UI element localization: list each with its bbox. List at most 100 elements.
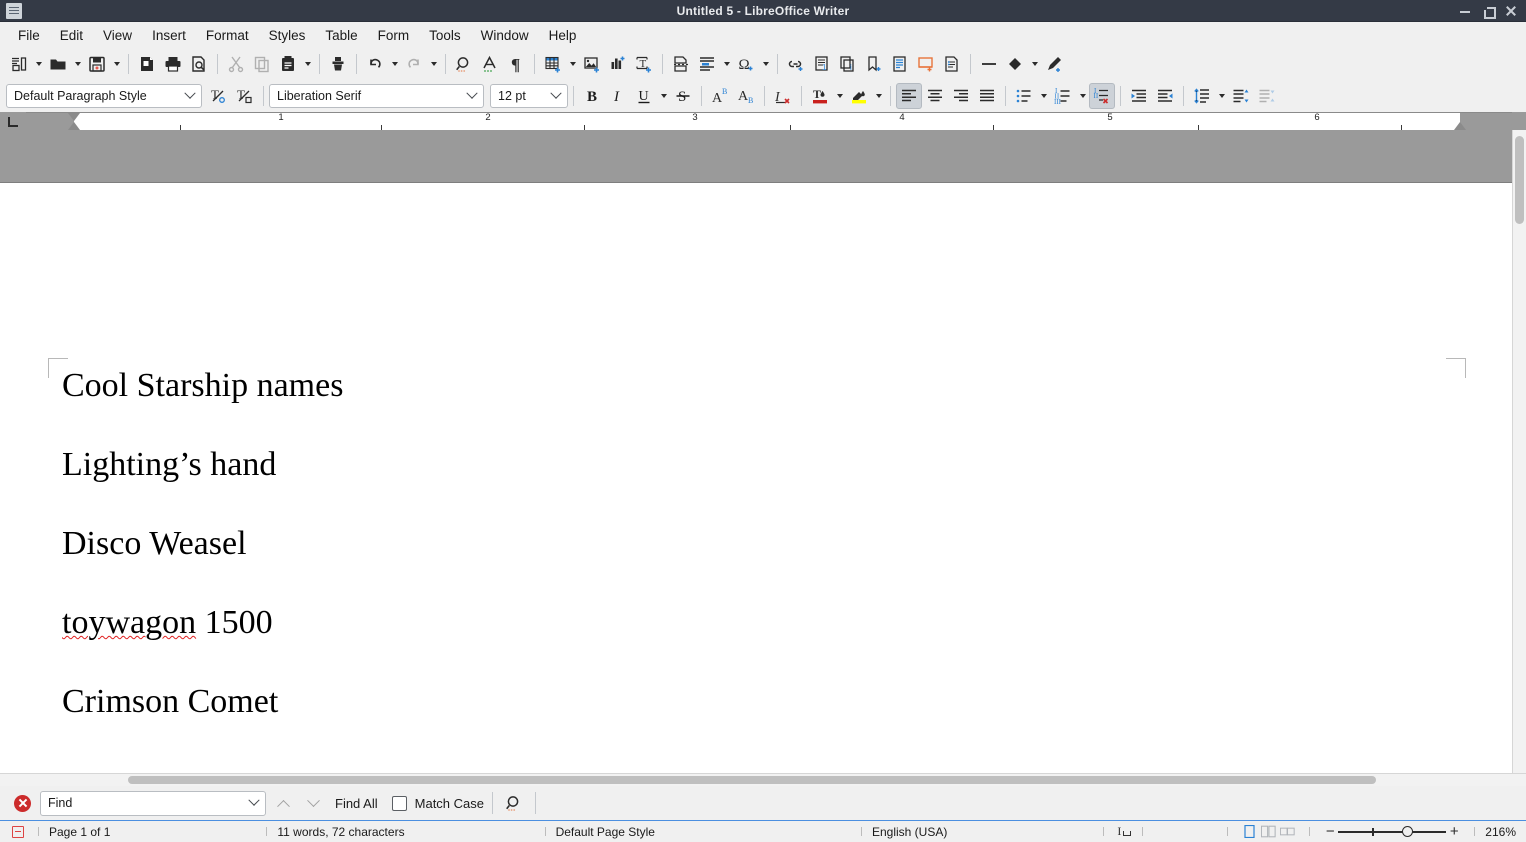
- selection-mode-icon[interactable]: [1116, 826, 1132, 838]
- subscript-button[interactable]: A B: [733, 83, 759, 109]
- paragraph-1[interactable]: Cool Starship names: [62, 369, 1452, 403]
- insert-text-box-button[interactable]: T: [631, 51, 657, 77]
- highlight-color-dropdown[interactable]: [872, 83, 885, 109]
- paragraph-style-combo[interactable]: Default Paragraph Style: [6, 84, 202, 108]
- font-color-dropdown[interactable]: [833, 83, 846, 109]
- unordered-list-dropdown[interactable]: [1037, 83, 1050, 109]
- insert-image-button[interactable]: [579, 51, 605, 77]
- zoom-out-button[interactable]: −: [1322, 824, 1338, 839]
- left-indent-marker[interactable]: [68, 122, 80, 130]
- menu-window[interactable]: Window: [471, 25, 539, 46]
- redo-button[interactable]: [401, 51, 427, 77]
- find-previous-button[interactable]: [270, 790, 296, 816]
- italic-button[interactable]: I: [605, 83, 631, 109]
- ordered-list-button[interactable]: IIIIII: [1050, 83, 1076, 109]
- align-center-button[interactable]: [922, 83, 948, 109]
- font-size-dropdown-icon[interactable]: [549, 92, 563, 100]
- basic-shapes-dropdown[interactable]: [1028, 51, 1041, 77]
- justified-button[interactable]: [974, 83, 1000, 109]
- clear-formatting-button[interactable]: I: [770, 83, 796, 109]
- show-draw-functions-button[interactable]: [1041, 51, 1067, 77]
- find-and-replace-button[interactable]: [501, 790, 527, 816]
- match-case-checkbox[interactable]: [392, 796, 407, 811]
- paste-dropdown[interactable]: [301, 51, 314, 77]
- zoom-slider-knob[interactable]: [1402, 826, 1413, 837]
- new-document-dropdown[interactable]: [32, 51, 45, 77]
- insert-table-dropdown[interactable]: [566, 51, 579, 77]
- ordered-list-dropdown[interactable]: [1076, 83, 1089, 109]
- print-button[interactable]: [160, 51, 186, 77]
- page-style-status[interactable]: Default Page Style: [556, 825, 655, 839]
- insert-comment-button[interactable]: [913, 51, 939, 77]
- table-of-contents-button[interactable]: [939, 51, 965, 77]
- print-preview-button[interactable]: [186, 51, 212, 77]
- insert-field-button[interactable]: [694, 51, 720, 77]
- save-document-button[interactable]: [84, 51, 110, 77]
- increase-paragraph-spacing-button[interactable]: [1228, 83, 1254, 109]
- save-status-icon[interactable]: [12, 826, 24, 838]
- basic-shapes-button[interactable]: [1002, 51, 1028, 77]
- new-style-button[interactable]: T: [232, 83, 258, 109]
- increase-indent-button[interactable]: [1126, 83, 1152, 109]
- close-button[interactable]: [1505, 5, 1517, 17]
- menu-file[interactable]: File: [8, 25, 50, 46]
- line-spacing-dropdown[interactable]: [1215, 83, 1228, 109]
- font-name-dropdown-icon[interactable]: [465, 92, 479, 100]
- maximize-restore-button[interactable]: [1482, 5, 1494, 17]
- minimize-button[interactable]: [1459, 5, 1471, 17]
- menu-edit[interactable]: Edit: [50, 25, 93, 46]
- open-document-dropdown[interactable]: [71, 51, 84, 77]
- match-case-label[interactable]: Match Case: [415, 796, 484, 811]
- export-pdf-button[interactable]: [134, 51, 160, 77]
- bold-button[interactable]: B: [579, 83, 605, 109]
- copy-button[interactable]: [249, 51, 275, 77]
- first-line-indent-marker[interactable]: [68, 113, 80, 121]
- book-view-button[interactable]: [1280, 825, 1295, 838]
- font-name-combo[interactable]: Liberation Serif: [269, 84, 484, 108]
- vertical-scrollbar[interactable]: [1512, 130, 1526, 773]
- tab-stop-selector[interactable]: [0, 112, 26, 130]
- insert-line-button[interactable]: [976, 51, 1002, 77]
- decrease-indent-button[interactable]: [1152, 83, 1178, 109]
- insert-cross-reference-button[interactable]: [887, 51, 913, 77]
- document-text[interactable]: Cool Starship names Lighting’s hand Disc…: [62, 369, 1452, 764]
- insert-page-break-button[interactable]: [668, 51, 694, 77]
- vertical-scrollbar-thumb[interactable]: [1515, 136, 1524, 224]
- menu-table[interactable]: Table: [315, 25, 367, 46]
- zoom-slider[interactable]: − +: [1322, 824, 1462, 839]
- highlight-color-button[interactable]: [846, 83, 872, 109]
- cut-button[interactable]: [223, 51, 249, 77]
- paragraph-3[interactable]: Disco Weasel: [62, 527, 1452, 561]
- horizontal-ruler[interactable]: 1 2 3 4 5 6: [0, 112, 1526, 130]
- paste-button[interactable]: [275, 51, 301, 77]
- document-page[interactable]: Cool Starship names Lighting’s hand Disc…: [0, 182, 1512, 773]
- menu-help[interactable]: Help: [539, 25, 587, 46]
- superscript-button[interactable]: A B: [707, 83, 733, 109]
- unordered-list-button[interactable]: [1011, 83, 1037, 109]
- menu-insert[interactable]: Insert: [142, 25, 196, 46]
- no-list-button[interactable]: III: [1089, 83, 1115, 109]
- decrease-paragraph-spacing-button[interactable]: [1254, 83, 1280, 109]
- insert-footnote-button[interactable]: 1: [809, 51, 835, 77]
- insert-field-dropdown[interactable]: [720, 51, 733, 77]
- open-document-button[interactable]: [45, 51, 71, 77]
- zoom-level-value[interactable]: 216%: [1485, 825, 1516, 839]
- single-page-view-button[interactable]: [1242, 825, 1257, 838]
- find-next-button[interactable]: [300, 790, 326, 816]
- line-spacing-button[interactable]: [1189, 83, 1215, 109]
- paragraph-5[interactable]: Crimson Comet: [62, 685, 1452, 719]
- underline-dropdown[interactable]: [657, 83, 670, 109]
- multiple-page-view-button[interactable]: [1261, 825, 1276, 838]
- save-document-dropdown[interactable]: [110, 51, 123, 77]
- menu-view[interactable]: View: [93, 25, 142, 46]
- align-right-button[interactable]: [948, 83, 974, 109]
- insert-endnote-button[interactable]: i: [835, 51, 861, 77]
- font-color-button[interactable]: T: [807, 83, 833, 109]
- clone-formatting-button[interactable]: [325, 51, 351, 77]
- menu-styles[interactable]: Styles: [259, 25, 316, 46]
- find-replace-button[interactable]: [451, 51, 477, 77]
- zoom-slider-track[interactable]: [1338, 831, 1446, 833]
- strikethrough-button[interactable]: S: [670, 83, 696, 109]
- insert-special-character-dropdown[interactable]: [759, 51, 772, 77]
- paragraph-2[interactable]: Lighting’s hand: [62, 448, 1452, 482]
